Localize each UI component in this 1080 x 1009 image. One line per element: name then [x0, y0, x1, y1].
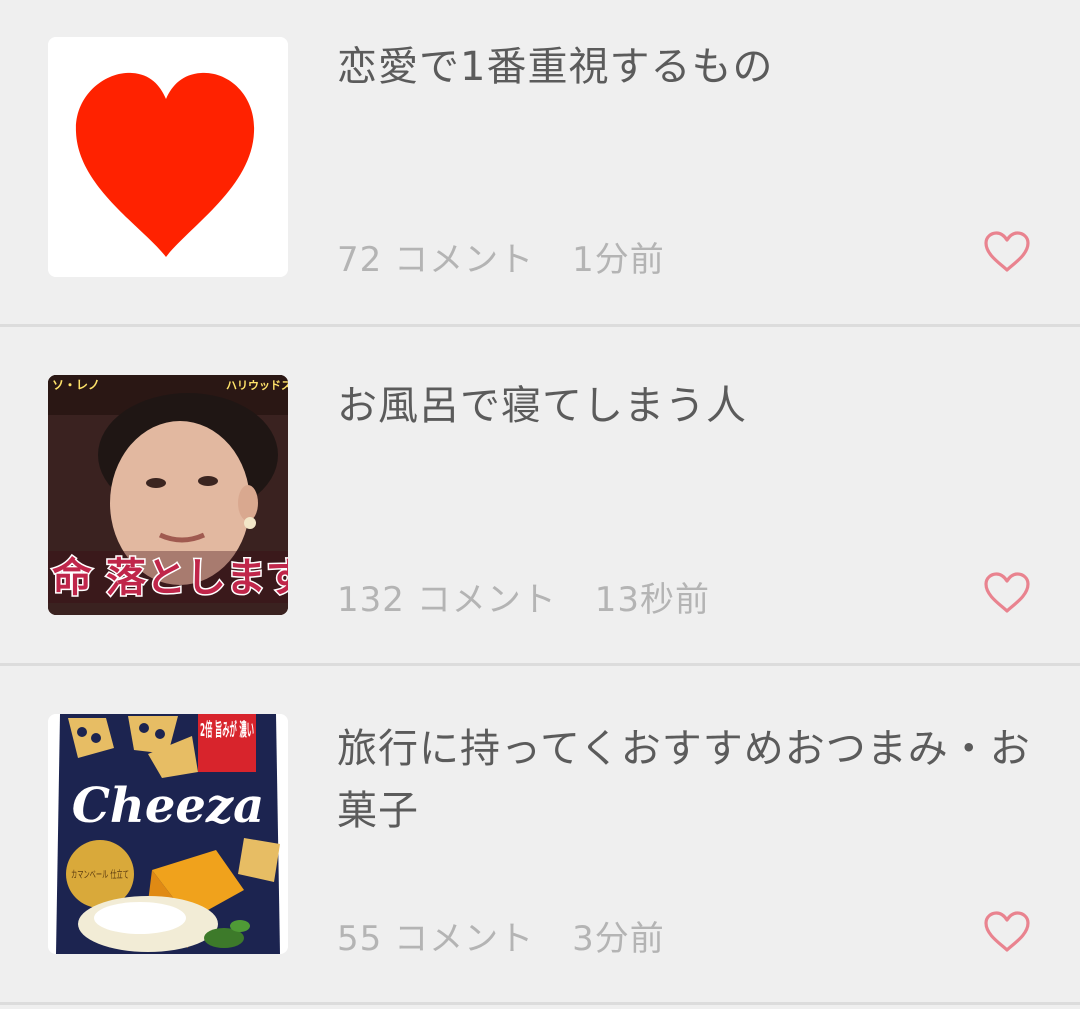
topic-meta: 72 コメント 1分前	[337, 232, 665, 281]
heart-outline-icon	[984, 231, 1030, 272]
topic-title[interactable]: 恋愛で1番重視するもの	[337, 36, 1037, 98]
topic-thumbnail[interactable]: 2倍 旨みが 濃い Cheeza カマンベール 仕立て	[48, 714, 288, 954]
topic-list: 恋愛で1番重視するもの 72 コメント 1分前 ソ・レノ ハリウッドス 命 落と…	[0, 0, 1080, 1009]
comment-count: 72 コメント	[337, 240, 535, 280]
post-time: 1分前	[572, 240, 665, 280]
favorite-button[interactable]	[983, 571, 1031, 615]
cheeza-snack-package-image: 2倍 旨みが 濃い Cheeza カマンベール 仕立て	[48, 714, 288, 954]
heart-outline-icon	[984, 911, 1030, 952]
heart-outline-icon	[984, 572, 1030, 613]
post-time: 3分前	[572, 919, 665, 959]
comment-count: 55 コメント	[337, 919, 535, 959]
topic-thumbnail[interactable]	[48, 37, 288, 277]
topic-meta: 132 コメント 13秒前	[337, 572, 710, 621]
thumbnail-top-right-caption: ハリウッドスター	[226, 379, 288, 392]
topic-meta: 55 コメント 3分前	[337, 911, 665, 960]
topic-row[interactable]: 恋愛で1番重視するもの 72 コメント 1分前	[0, 0, 1080, 327]
tv-screenshot-woman-image: ソ・レノ ハリウッドスター 命 落とします	[48, 375, 288, 615]
topic-title[interactable]: 旅行に持ってくおすすめおつまみ・お菓子	[337, 718, 1037, 842]
thumbnail-caption: 命 落とします	[52, 554, 288, 601]
topic-title[interactable]: お風呂で寝てしまう人	[337, 375, 1037, 437]
red-heart-image	[48, 37, 288, 277]
comment-count: 132 コメント	[337, 580, 557, 620]
topic-thumbnail[interactable]: ソ・レノ ハリウッドスター 命 落とします	[48, 375, 288, 615]
post-time: 13秒前	[594, 580, 710, 620]
topic-row[interactable]: ソ・レノ ハリウッドスター 命 落とします お風呂で寝てしまう人 132 コメン…	[0, 327, 1080, 666]
favorite-button[interactable]	[983, 910, 1031, 954]
thumbnail-top-left-caption: ソ・レノ	[52, 378, 100, 392]
thumbnail-brand: Cheeza	[72, 778, 265, 834]
thumbnail-sub: カマンベール 仕立て	[71, 868, 129, 881]
thumbnail-badge: 2倍 旨みが 濃い	[200, 719, 254, 741]
favorite-button[interactable]	[983, 230, 1031, 274]
topic-row[interactable]: 2倍 旨みが 濃い Cheeza カマンベール 仕立て 旅行に持ってくおすすめお…	[0, 666, 1080, 1005]
